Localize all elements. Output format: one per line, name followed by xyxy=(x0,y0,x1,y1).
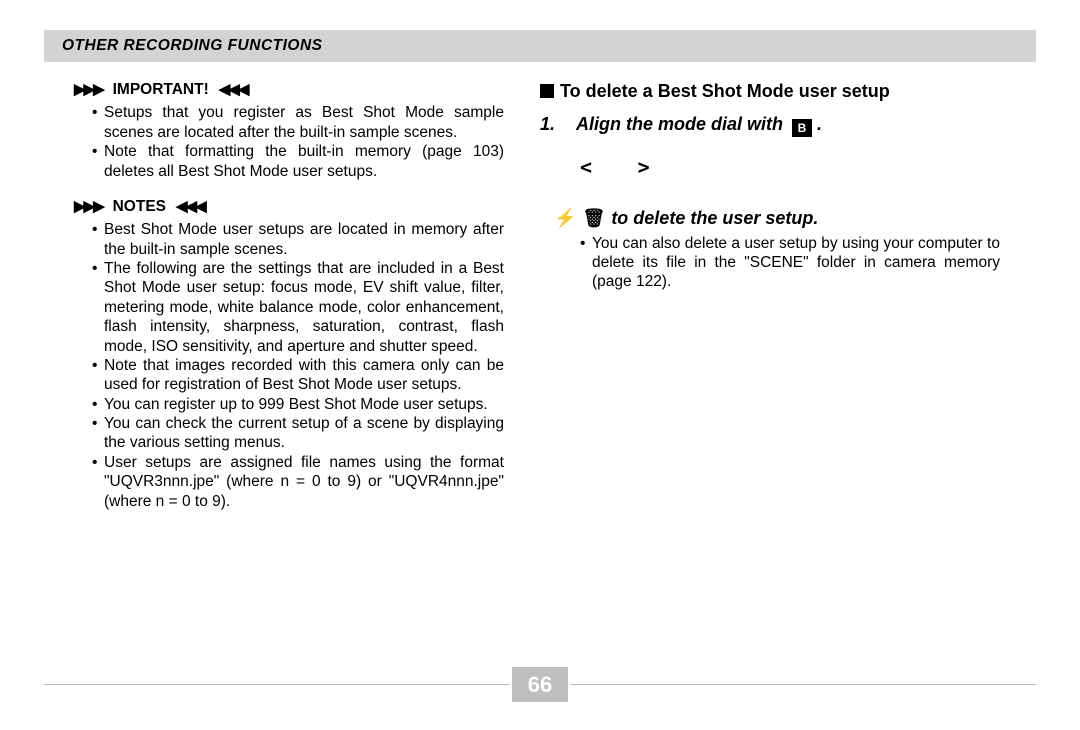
two-columns: ▶▶▶ IMPORTANT! ◀◀◀ Setups that you regis… xyxy=(44,80,1036,527)
triangle-right-icon: ▶▶▶ xyxy=(74,199,103,214)
step-delete: ⚡ 🗑 to delete the user setup. xyxy=(540,207,1000,230)
list-item: Note that images recorded with this came… xyxy=(92,356,504,395)
step-sub-list: You can also delete a user setup by usin… xyxy=(580,234,1000,292)
notes-label-row: ▶▶▶ NOTES ◀◀◀ xyxy=(74,197,504,216)
list-item: You can register up to 999 Best Shot Mod… xyxy=(92,395,504,414)
list-item: Note that formatting the built-in memory… xyxy=(92,142,504,181)
page-number: 66 xyxy=(512,667,568,703)
left-column: ▶▶▶ IMPORTANT! ◀◀◀ Setups that you regis… xyxy=(44,80,504,527)
notes-list: Best Shot Mode user setups are located i… xyxy=(92,220,504,511)
best-shot-icon: B xyxy=(792,119,812,137)
triangle-left-icon: ◀◀◀ xyxy=(176,199,205,214)
triangle-left-icon: ◀◀◀ xyxy=(219,82,248,97)
list-item: The following are the settings that are … xyxy=(92,259,504,356)
important-label: IMPORTANT! xyxy=(113,80,209,99)
triangle-right-icon: ▶▶▶ xyxy=(74,82,103,97)
flash-icon: ⚡ xyxy=(554,208,577,228)
step-number: 1. xyxy=(540,113,562,136)
list-item: Best Shot Mode user setups are located i… xyxy=(92,220,504,259)
list-item: You can also delete a user setup by usin… xyxy=(580,234,1000,292)
footer-line-left xyxy=(44,684,510,685)
section-header-band: OTHER RECORDING FUNCTIONS xyxy=(44,30,1036,62)
manual-page: OTHER RECORDING FUNCTIONS ▶▶▶ IMPORTANT!… xyxy=(0,0,1080,730)
list-item: You can check the current setup of a sce… xyxy=(92,414,504,453)
important-label-row: ▶▶▶ IMPORTANT! ◀◀◀ xyxy=(74,80,504,99)
angle-left-icon: < xyxy=(580,155,592,180)
section-header-title: OTHER RECORDING FUNCTIONS xyxy=(62,36,323,55)
trash-icon: 🗑 xyxy=(582,208,606,228)
step-text: Align the mode dial with B . xyxy=(576,113,822,138)
notes-label: NOTES xyxy=(113,197,166,216)
step-1: 1. Align the mode dial with B . xyxy=(540,113,1000,138)
procedure-heading: To delete a Best Shot Mode user setup xyxy=(540,80,1000,103)
important-list: Setups that you register as Best Shot Mo… xyxy=(92,103,504,181)
angle-right-icon: > xyxy=(638,155,650,180)
page-footer: 66 xyxy=(44,667,1036,703)
right-column: To delete a Best Shot Mode user setup 1.… xyxy=(540,80,1000,527)
list-item: User setups are assigned file names usin… xyxy=(92,453,504,511)
footer-line-right xyxy=(570,684,1036,685)
black-square-icon xyxy=(540,84,554,98)
step-text: ⚡ 🗑 to delete the user setup. xyxy=(554,207,818,230)
list-item: Setups that you register as Best Shot Mo… xyxy=(92,103,504,142)
arrow-row: < > xyxy=(580,155,1000,181)
